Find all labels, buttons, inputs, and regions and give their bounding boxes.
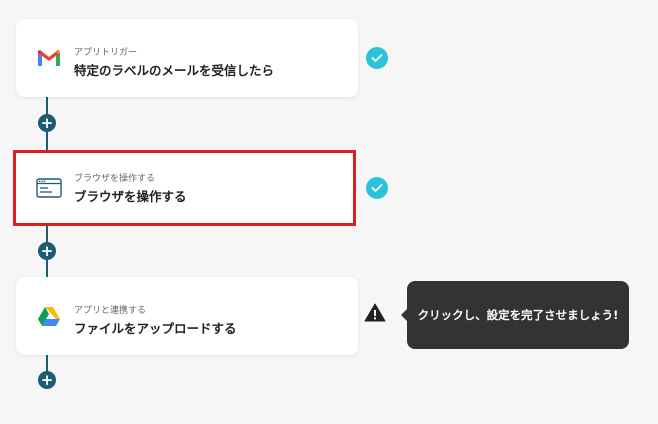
step-small-label: アプリトリガー bbox=[74, 48, 138, 58]
add-step-button[interactable]: + bbox=[38, 242, 56, 260]
warning-icon bbox=[364, 302, 386, 324]
check-icon bbox=[366, 47, 388, 69]
gmail-icon bbox=[36, 45, 62, 71]
add-step-button[interactable]: + bbox=[38, 371, 56, 389]
check-icon bbox=[366, 177, 388, 199]
step-small-label: ブラウザを操作する bbox=[74, 174, 156, 184]
step-title: ファイルをアップロードする bbox=[74, 321, 237, 336]
step-title: ブラウザを操作する bbox=[74, 189, 187, 204]
step-title: 特定のラベルのメールを受信したら bbox=[74, 63, 275, 78]
google-drive-icon bbox=[36, 303, 62, 329]
step-card-google-drive-upload[interactable]: アプリと連携する ファイルをアップロードする bbox=[16, 277, 358, 355]
step-card-gmail-trigger[interactable]: アプリトリガー 特定のラベルのメールを受信したら bbox=[16, 19, 358, 97]
browser-window-icon bbox=[36, 175, 62, 201]
step-small-label: アプリと連携する bbox=[74, 306, 147, 316]
step-card-browser-operation[interactable]: ブラウザを操作する ブラウザを操作する bbox=[13, 150, 356, 226]
add-step-button[interactable]: + bbox=[38, 114, 56, 132]
tooltip-text: クリックし、設定を完了させましょう! bbox=[417, 308, 619, 322]
setup-tooltip: クリックし、設定を完了させましょう! bbox=[407, 281, 629, 349]
